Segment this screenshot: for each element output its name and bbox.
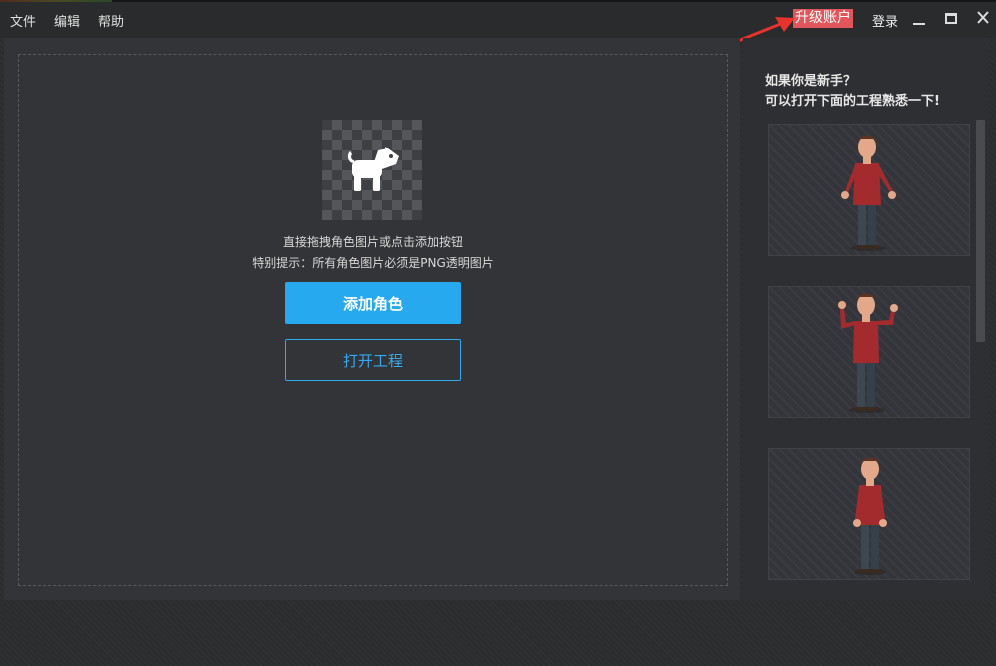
maximize-icon[interactable] [941,8,961,28]
top-border [0,0,996,2]
sidebar-title-line2: 可以打开下面的工程熟悉一下! [765,94,940,109]
character-hands-at-sides-thumbnail [853,457,887,575]
character-arms-raised-thumbnail [838,293,898,413]
transparent-placeholder [322,120,422,220]
png-requirement-text: 特别提示：所有角色图片必须是PNG透明图片 [252,256,494,270]
sample-project-2[interactable] [768,286,970,418]
title-bar: 文件 编辑 帮助 升级账户 登录 [0,0,996,38]
sidebar-title-line1: 如果你是新手？ [765,74,857,89]
character-arms-down-thumbnail [841,135,896,251]
login-button[interactable]: 登录 [872,11,898,30]
minimize-icon[interactable] [909,8,929,28]
drop-hint-text: 直接拖拽角色图片或点击添加按钮 [282,235,463,249]
desktop-background [0,600,996,666]
menu-edit[interactable]: 编辑 [54,11,80,30]
sidebar-scrollbar-thumb[interactable] [976,120,985,342]
menu-help[interactable]: 帮助 [98,11,124,30]
sample-project-3[interactable] [768,448,970,580]
close-icon[interactable] [973,8,993,28]
menu-bar: 文件 编辑 帮助 [10,11,142,30]
menu-file[interactable]: 文件 [10,11,36,30]
sidebar-title: 如果你是新手？ 可以打开下面的工程熟悉一下! [765,72,940,112]
top-border-accent [0,0,112,2]
add-role-button[interactable]: 添加角色 [285,282,461,324]
open-project-button[interactable]: 打开工程 [285,339,461,381]
sample-project-1[interactable] [768,124,970,256]
dog-icon [347,147,399,191]
